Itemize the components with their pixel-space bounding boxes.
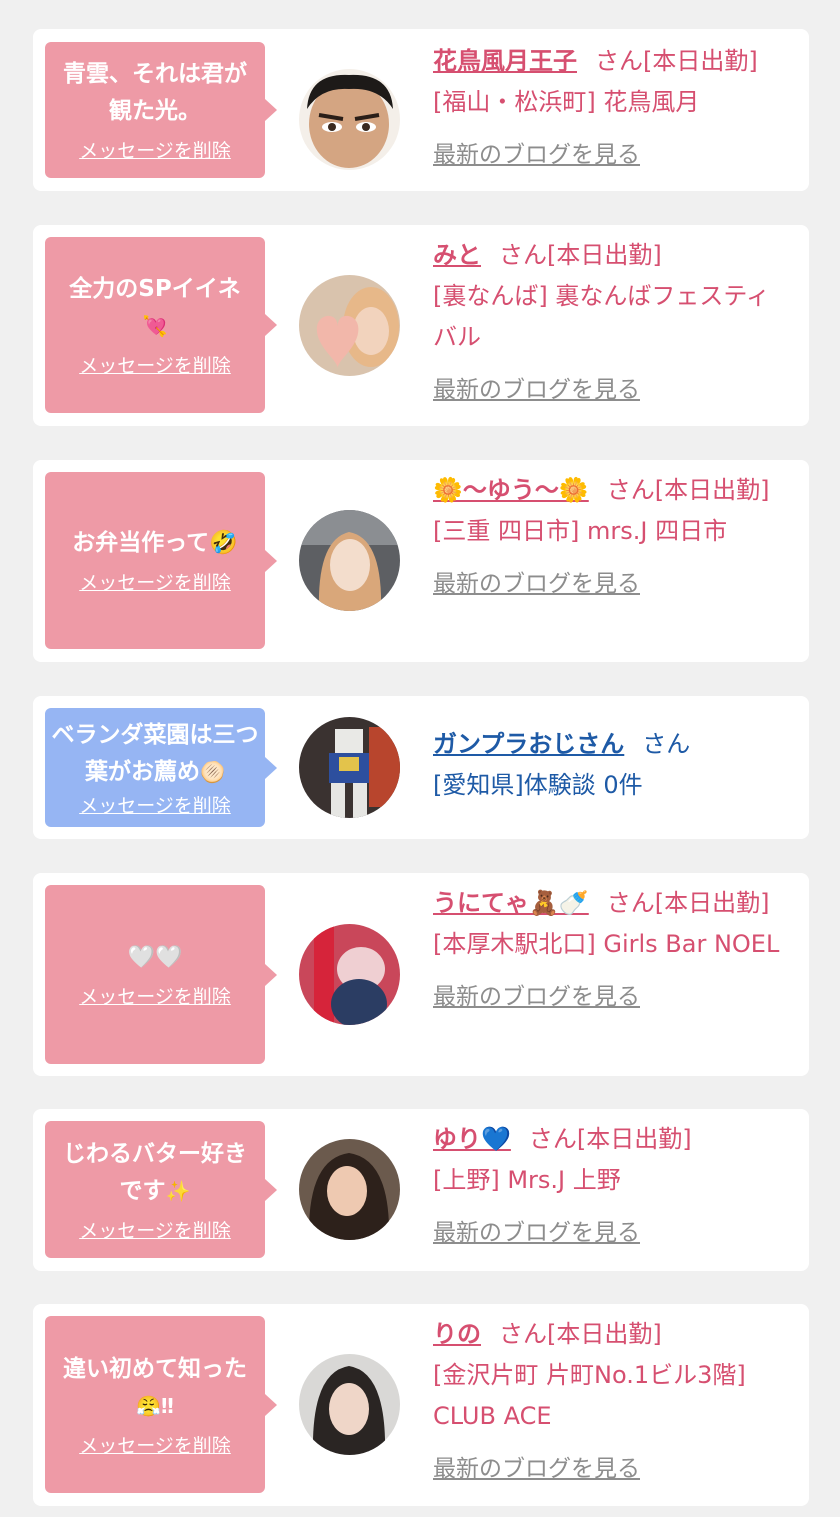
user-info: うにてゃ🧸🍼 さん[本日出勤] [本厚木駅北口] Girls Bar NOEL 最… [433,883,793,1018]
message-bubble: ベランダ菜園は三つ葉がお薦め🫓 メッセージを削除 [45,708,277,827]
user-name-link[interactable]: みと [433,241,481,269]
user-name-link[interactable]: りの [433,1320,481,1348]
location-text: [金沢片町 片町No.1ビル3階] CLUB ACE [433,1361,746,1430]
message-card: 🤍🤍 メッセージを削除 うにてゃ🧸🍼 さん[本日出勤] [本厚木駅北口] Girl… [33,873,809,1076]
avatar[interactable] [299,717,400,818]
status-text: さん[本日出勤] [528,1125,692,1153]
user-info: ガンプラおじさん さん [愛知県]体験談 0件 [433,724,793,806]
delete-message-link[interactable]: メッセージを削除 [79,793,231,819]
message-card: ベランダ菜園は三つ葉がお薦め🫓 メッセージを削除 ガンプラおじさん さん [愛知県… [33,696,809,839]
status-text: さん[本日出勤] [499,241,662,269]
blog-link[interactable]: 最新のブログを見る [433,564,793,605]
blog-link[interactable]: 最新のブログを見る [433,1213,793,1254]
delete-message-link[interactable]: メッセージを削除 [79,570,231,596]
user-info: 🌼〜ゆう〜🌼 さん[本日出勤] [三重 四日市] mrs.J 四日市 最新のブログ… [433,470,793,605]
message-bubble: 青雲、それは君が観た光。 メッセージを削除 [45,42,277,178]
user-info: 花鳥風月王子 さん[本日出勤] [福山・松浜町] 花鳥風月 最新のブログを見る [433,41,793,176]
user-name-link[interactable]: うにてゃ🧸🍼 [433,889,589,917]
status-text: さん [642,730,691,758]
status-text: さん[本日出勤] [595,47,758,75]
avatar[interactable] [299,1354,400,1455]
emoji-icon: 🫓 [200,759,225,784]
delete-message-link[interactable]: メッセージを削除 [79,984,231,1010]
message-card: 違い初めて知った 😤‼ メッセージを削除 りの さん[本日出勤] [金沢片町 片町N… [33,1304,809,1506]
user-info: みと さん[本日出勤] [裏なんば] 裏なんばフェスティバル 最新のブログを見る [433,235,793,411]
avatar[interactable] [299,1139,400,1240]
message-text: お弁当作って🤣 [72,530,238,556]
emoji-icon: 😤‼ [136,1393,174,1418]
message-text: じわるバター好きです [63,1140,247,1204]
message-card: 青雲、それは君が観た光。 メッセージを削除 花鳥風月王子 さん[本日出勤] [福山… [33,29,809,191]
status-text: さん[本日出勤] [606,889,770,917]
message-bubble: お弁当作って🤣 メッセージを削除 [45,472,277,649]
location-text: [裏なんば] 裏なんばフェスティバル [433,282,770,351]
location-text: [本厚木駅北口] Girls Bar NOEL [433,930,780,958]
message-bubble: 違い初めて知った 😤‼ メッセージを削除 [45,1316,277,1493]
blog-link[interactable]: 最新のブログを見る [433,135,793,176]
user-name-link[interactable]: ガンプラおじさん [433,730,624,758]
message-bubble: じわるバター好きです✨ メッセージを削除 [45,1121,277,1258]
message-list: 青雲、それは君が観た光。 メッセージを削除 花鳥風月王子 さん[本日出勤] [福山… [0,0,840,1517]
sparkles-icon: ✨ [165,1178,191,1203]
delete-message-link[interactable]: メッセージを削除 [79,138,231,164]
avatar[interactable] [299,510,400,611]
message-text: 全力のSPイイネ [69,276,241,302]
user-name-link[interactable]: 花鳥風月王子 [433,47,577,75]
avatar[interactable] [299,924,400,1025]
delete-message-link[interactable]: メッセージを削除 [79,1433,231,1459]
message-card: お弁当作って🤣 メッセージを削除 🌼〜ゆう〜🌼 さん[本日出勤] [三重 四日市]… [33,460,809,662]
blog-link[interactable]: 最新のブログを見る [433,1449,793,1490]
heart-arrow-icon: 💘 [142,314,168,338]
message-text: 違い初めて知った [63,1355,247,1382]
blog-link[interactable]: 最新のブログを見る [433,977,793,1018]
avatar[interactable] [299,275,400,376]
location-text: [愛知県]体験談 0件 [433,771,643,799]
status-text: さん[本日出勤] [606,476,770,504]
location-text: [三重 四日市] mrs.J 四日市 [433,517,728,545]
message-text: ベランダ菜園は三つ葉がお薦め [51,721,259,785]
location-text: [福山・松浜町] 花鳥風月 [433,88,700,116]
message-card: 全力のSPイイネ 💘 メッセージを削除 みと さん[本日出勤] [裏なんば] 裏なん… [33,225,809,426]
message-text: 青雲、それは君が観た光。 [63,61,247,124]
message-bubble: 全力のSPイイネ 💘 メッセージを削除 [45,237,277,413]
message-card: じわるバター好きです✨ メッセージを削除 ゆり💙 さん[本日出勤] [上野] Mr… [33,1109,809,1271]
status-text: さん[本日出勤] [499,1320,662,1348]
user-info: ゆり💙 さん[本日出勤] [上野] Mrs.J 上野 最新のブログを見る [433,1119,793,1254]
message-bubble: 🤍🤍 メッセージを削除 [45,885,277,1064]
user-name-link[interactable]: 🌼〜ゆう〜🌼 [433,476,589,504]
message-text: 🤍🤍 [127,945,183,970]
user-name-link[interactable]: ゆり💙 [433,1125,511,1153]
user-info: りの さん[本日出勤] [金沢片町 片町No.1ビル3階] CLUB ACE 最新… [433,1314,793,1490]
delete-message-link[interactable]: メッセージを削除 [79,1218,231,1244]
location-text: [上野] Mrs.J 上野 [433,1166,621,1194]
delete-message-link[interactable]: メッセージを削除 [79,353,231,379]
avatar[interactable] [299,69,400,170]
blog-link[interactable]: 最新のブログを見る [433,370,793,411]
